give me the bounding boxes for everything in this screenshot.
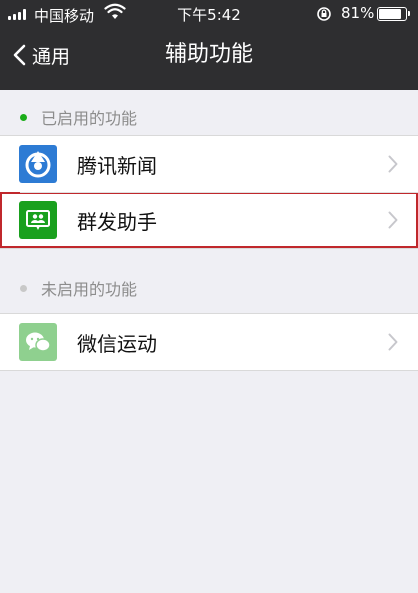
status-bar: 中国移动 下午5:42 81% (0, 0, 418, 28)
battery-icon (377, 7, 410, 21)
item-label: 群发助手 (77, 209, 157, 234)
item-label: 微信运动 (77, 331, 157, 356)
enabled-dot-icon (20, 113, 27, 121)
enabled-features-list: 腾讯新闻 群发助手 (0, 135, 418, 249)
page-title: 辅助功能 (164, 42, 253, 67)
section-header-enabled: 已启用的功能 (0, 103, 418, 131)
list-item-wechat-sport[interactable]: 微信运动 (0, 314, 418, 370)
mass-send-icon (19, 201, 57, 239)
rotation-lock-icon (317, 7, 331, 21)
section-title: 已启用的功能 (41, 109, 138, 128)
list-item-mass-send-assistant[interactable]: 群发助手 (0, 192, 418, 248)
chevron-right-icon (388, 155, 398, 173)
list-item-tencent-news[interactable]: 腾讯新闻 (0, 136, 418, 192)
battery-percent: 81% (341, 4, 375, 22)
section-title: 未启用的功能 (41, 280, 138, 299)
chevron-right-icon (388, 333, 398, 351)
disabled-dot-icon (20, 284, 27, 292)
disabled-features-list: 微信运动 (0, 313, 418, 371)
chevron-right-icon (388, 211, 398, 229)
wechat-sport-icon (19, 323, 57, 361)
navigation-bar: 中国移动 下午5:42 81% 通用 辅助功能 (0, 0, 418, 90)
tencent-news-icon (19, 145, 57, 183)
item-label: 腾讯新闻 (77, 153, 157, 178)
section-header-disabled: 未启用的功能 (0, 274, 418, 302)
